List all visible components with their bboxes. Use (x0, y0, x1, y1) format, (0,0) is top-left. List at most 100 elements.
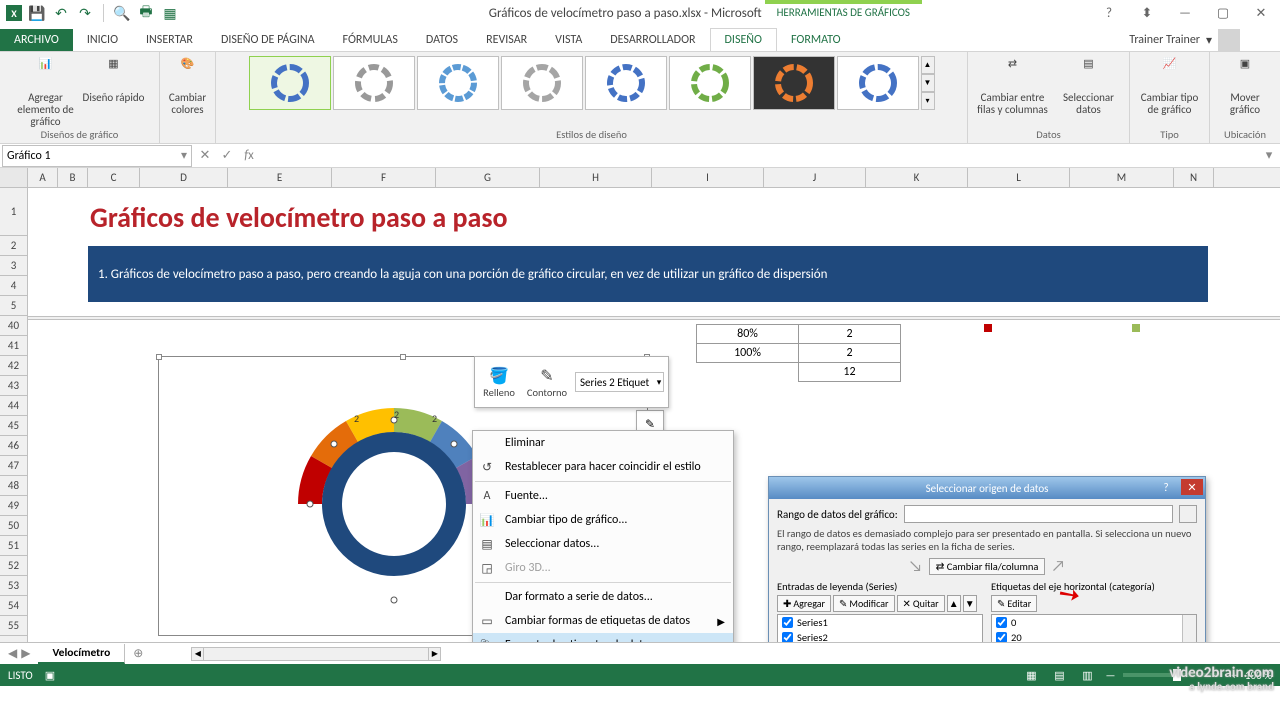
change-chart-type-button[interactable]: 📈 Cambiar tipo de gráfico (1138, 56, 1202, 116)
style-item[interactable] (333, 56, 415, 110)
sheet-tab[interactable]: Velocímetro (38, 644, 125, 664)
gallery-up-icon[interactable]: ▲ (921, 56, 935, 74)
move-chart-button[interactable]: ▣ Mover gráfico (1217, 56, 1273, 116)
row-header[interactable]: 50 (0, 516, 27, 536)
edit-series-button[interactable]: ✎ Modificar (833, 595, 894, 612)
column-header[interactable]: C (88, 168, 140, 187)
collapse-range-icon[interactable] (1179, 505, 1197, 523)
list-item[interactable]: 20 (992, 630, 1196, 642)
tab-home[interactable]: INICIO (73, 29, 132, 51)
row-header[interactable]: 1 (0, 188, 27, 236)
row-header[interactable]: 43 (0, 376, 27, 396)
row-header[interactable]: 3 (0, 256, 27, 276)
dialog-close-icon[interactable]: ✕ (1181, 479, 1203, 495)
row-header[interactable]: 40 (0, 316, 27, 336)
list-item[interactable]: Series2 (778, 630, 982, 642)
style-item[interactable] (417, 56, 499, 110)
row-header[interactable]: 41 (0, 336, 27, 356)
sheet-nav-next-icon[interactable]: ▶ (21, 646, 30, 661)
enter-formula-icon[interactable]: ✓ (216, 146, 238, 166)
column-header[interactable]: B (58, 168, 88, 187)
row-header[interactable]: 46 (0, 436, 27, 456)
expand-formula-icon[interactable]: ▾ (1258, 146, 1280, 166)
view-page-break-icon[interactable]: ▥ (1077, 667, 1097, 683)
donut-chart[interactable]: 2 2 2 (284, 384, 504, 642)
column-header[interactable]: L (968, 168, 1070, 187)
tab-design[interactable]: DISEÑO (710, 28, 777, 51)
ctx-select-data[interactable]: ▤Seleccionar datos... (473, 532, 733, 556)
custom-icon[interactable]: ▦ (161, 4, 179, 22)
column-header[interactable]: M (1070, 168, 1174, 187)
macro-record-icon[interactable]: ▣ (45, 669, 55, 682)
style-item[interactable] (585, 56, 667, 110)
cancel-formula-icon[interactable]: ✕ (194, 146, 216, 166)
horizontal-scrollbar[interactable]: ◀ ▶ (191, 647, 441, 661)
list-scrollbar[interactable] (1182, 615, 1196, 642)
chart-range-input[interactable] (904, 505, 1173, 523)
view-normal-icon[interactable]: ▦ (1021, 667, 1041, 683)
dialog-help-icon[interactable]: ? (1157, 479, 1175, 495)
redo-icon[interactable]: ↷ (76, 4, 94, 22)
signin[interactable]: Trainer Trainer▾ (1129, 29, 1280, 51)
worksheet-grid[interactable]: ABCDEFGHIJKLMN 1234540414243444546474849… (0, 168, 1280, 642)
view-page-layout-icon[interactable]: ▤ (1049, 667, 1069, 683)
formula-input[interactable] (260, 145, 1258, 167)
add-chart-element-button[interactable]: 📊 Agregar elemento de gráfico (14, 56, 78, 128)
switch-row-col-button[interactable]: ⇄ Cambiar entre filas y columnas (974, 56, 1052, 116)
row-header[interactable]: 48 (0, 476, 27, 496)
chart-styles-gallery[interactable]: ▲ ▼ ▾ (249, 56, 935, 110)
tab-file[interactable]: ARCHIVO (0, 29, 73, 51)
preview-icon[interactable]: 🔍 (113, 4, 131, 22)
row-header[interactable]: 55 (0, 616, 27, 636)
row-header[interactable]: 44 (0, 396, 27, 416)
row-header[interactable]: 54 (0, 596, 27, 616)
column-header[interactable]: E (228, 168, 332, 187)
help-icon[interactable]: ? (1096, 3, 1122, 23)
series-list[interactable]: Series1 Series2 (777, 614, 983, 642)
select-all-corner[interactable] (0, 168, 28, 187)
style-item[interactable] (501, 56, 583, 110)
style-item[interactable] (753, 56, 835, 110)
column-header[interactable]: N (1174, 168, 1214, 187)
print-icon[interactable]: 🖶 (137, 4, 155, 22)
gallery-down-icon[interactable]: ▼ (921, 74, 935, 92)
ctx-delete[interactable]: Eliminar (473, 431, 733, 455)
data-table[interactable]: 80%2 100%2 12 (696, 324, 901, 382)
tab-developer[interactable]: DESARROLLADOR (596, 29, 709, 51)
ctx-reset-style[interactable]: ↺Restablecer para hacer coincidir el est… (473, 455, 733, 479)
tab-data[interactable]: DATOS (412, 29, 472, 51)
row-header[interactable]: 4 (0, 276, 27, 296)
tab-view[interactable]: VISTA (541, 29, 596, 51)
select-data-button[interactable]: ▤ Seleccionar datos (1054, 56, 1124, 116)
list-item[interactable]: Series1 (778, 615, 982, 630)
tab-review[interactable]: REVISAR (472, 29, 541, 51)
gallery-more-icon[interactable]: ▾ (921, 92, 935, 110)
ctx-change-label-shape[interactable]: ▭Cambiar formas de etiquetas de datos▶ (473, 609, 733, 633)
tab-page-layout[interactable]: DISEÑO DE PÁGINA (207, 29, 329, 51)
column-header[interactable]: H (540, 168, 652, 187)
move-up-icon[interactable]: ▲ (947, 595, 961, 612)
category-list[interactable]: 0 20 40 (991, 614, 1197, 642)
column-header[interactable]: K (866, 168, 968, 187)
quick-layout-button[interactable]: ▦ Diseño rápido (82, 56, 146, 128)
switch-row-column-button[interactable]: ⇄ Cambiar fila/columna (929, 558, 1046, 575)
ribbon-collapse-icon[interactable]: ⬍ (1134, 3, 1160, 23)
row-header[interactable]: 53 (0, 576, 27, 596)
row-header[interactable]: 42 (0, 356, 27, 376)
save-icon[interactable]: 💾 (28, 4, 46, 22)
row-header[interactable]: 5 (0, 296, 27, 316)
move-down-icon[interactable]: ▼ (963, 595, 977, 612)
name-box[interactable]: Gráfico 1▾ (2, 145, 192, 167)
outline-button[interactable]: ✎ Contorno (523, 364, 571, 401)
list-item[interactable]: 0 (992, 615, 1196, 630)
column-header[interactable]: G (436, 168, 540, 187)
row-header[interactable]: 49 (0, 496, 27, 516)
row-header[interactable]: 45 (0, 416, 27, 436)
column-header[interactable]: J (764, 168, 866, 187)
style-item[interactable] (669, 56, 751, 110)
close-icon[interactable]: ✕ (1248, 3, 1274, 23)
column-header[interactable]: I (652, 168, 764, 187)
minimize-icon[interactable]: — (1172, 3, 1198, 23)
maximize-icon[interactable]: ▢ (1210, 3, 1236, 23)
remove-series-button[interactable]: ✕ Quitar (897, 595, 945, 612)
